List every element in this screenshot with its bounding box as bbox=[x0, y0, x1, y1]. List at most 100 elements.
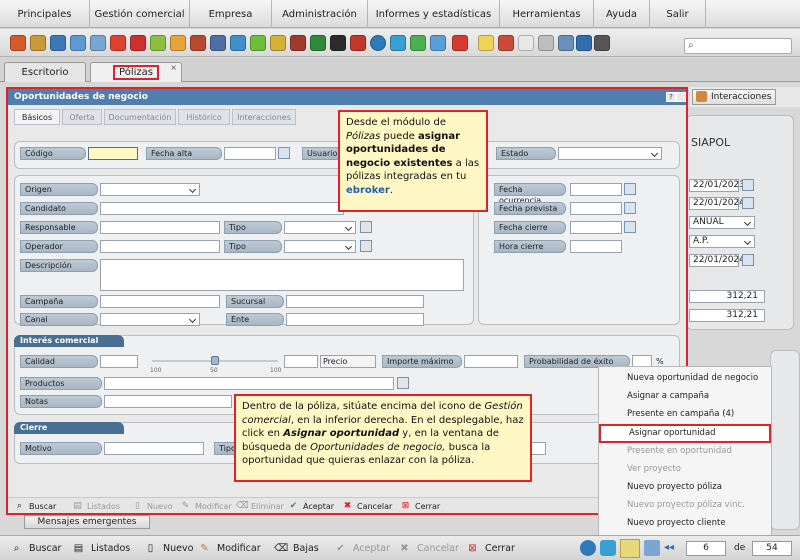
tab-escritorio[interactable]: Escritorio bbox=[4, 62, 86, 82]
menu-item-proyecto-cliente[interactable]: Nuevo proyecto cliente bbox=[599, 514, 771, 532]
poliza-period-select[interactable]: ANUAL bbox=[689, 216, 755, 229]
settings-icon[interactable] bbox=[594, 35, 610, 51]
responsable-input[interactable] bbox=[100, 221, 220, 234]
canal-select[interactable] bbox=[100, 313, 200, 326]
radar-icon[interactable] bbox=[310, 35, 326, 51]
e-icon[interactable] bbox=[370, 35, 386, 51]
google-icon[interactable] bbox=[452, 35, 468, 51]
sucursal-input[interactable] bbox=[286, 295, 424, 308]
wrench-icon[interactable] bbox=[290, 35, 306, 51]
buscar-main-button[interactable]: ⌕ Buscar bbox=[10, 541, 62, 556]
menu-gestion-comercial[interactable]: Gestión comercial bbox=[90, 0, 190, 28]
calendar-icon[interactable] bbox=[742, 197, 754, 209]
estado-select[interactable] bbox=[558, 147, 662, 160]
gestion-comercial-icon[interactable] bbox=[620, 539, 640, 558]
fecha-alta-input[interactable] bbox=[224, 147, 276, 160]
tab-polizas[interactable]: Pólizas × bbox=[90, 62, 182, 82]
campana-input[interactable] bbox=[100, 295, 220, 308]
origen-select[interactable] bbox=[100, 183, 200, 196]
bajas-main-button[interactable]: ⌫ Bajas bbox=[274, 541, 319, 556]
calendar-icon[interactable] bbox=[250, 35, 266, 51]
monitor-icon[interactable] bbox=[70, 35, 86, 51]
first-page-icon[interactable]: ◂◂ bbox=[664, 542, 674, 553]
shield-icon[interactable] bbox=[350, 35, 366, 51]
tipo-responsable-select[interactable] bbox=[284, 221, 356, 234]
e-icon[interactable] bbox=[580, 540, 596, 556]
menu-item-ver-proyecto[interactable]: Ver proyecto bbox=[599, 460, 771, 478]
search-input[interactable]: ⌕ bbox=[684, 38, 792, 54]
listados-button[interactable]: ▤ Listados bbox=[72, 500, 120, 513]
chart-icon[interactable] bbox=[644, 540, 660, 556]
globe-icon[interactable] bbox=[430, 35, 446, 51]
menu-item-nueva-oportunidad[interactable]: Nueva oportunidad de negocio bbox=[599, 369, 771, 387]
lookup-icon[interactable] bbox=[360, 240, 372, 252]
slider-thumb[interactable] bbox=[211, 356, 219, 365]
clients-icon[interactable] bbox=[10, 35, 26, 51]
tab-historico[interactable]: Histórico bbox=[178, 109, 230, 125]
modificar-button[interactable]: ✎ Modificar bbox=[180, 500, 232, 513]
calidad-input[interactable] bbox=[100, 355, 138, 368]
user-star-icon[interactable] bbox=[270, 35, 286, 51]
poliza-payment-select[interactable]: A.P. bbox=[689, 235, 755, 248]
page-input[interactable]: 6 bbox=[686, 541, 726, 556]
calendar-grid-icon[interactable] bbox=[558, 35, 574, 51]
mensajes-emergentes-button[interactable]: Mensajes emergentes bbox=[24, 515, 150, 529]
notas-input[interactable] bbox=[104, 395, 232, 408]
fecha-ocurrencia-input[interactable] bbox=[570, 183, 622, 196]
listados-main-button[interactable]: ▤ Listados bbox=[72, 541, 130, 556]
fecha-prevista-input[interactable] bbox=[570, 202, 622, 215]
menu-administracion[interactable]: Administración bbox=[272, 0, 368, 28]
calendar-icon[interactable] bbox=[624, 221, 636, 233]
eliminar-button[interactable]: ⌫ Eliminar bbox=[236, 500, 284, 513]
menu-item-presente-oportunidad[interactable]: Presente en oportunidad bbox=[599, 442, 771, 460]
lookup-icon[interactable] bbox=[360, 221, 372, 233]
eye-icon[interactable] bbox=[330, 35, 346, 51]
aceptar-main-button[interactable]: ✔ Aceptar bbox=[334, 541, 390, 556]
motivo-input[interactable] bbox=[104, 442, 204, 455]
fecha-cierre-input[interactable] bbox=[570, 221, 622, 234]
ente-input[interactable] bbox=[286, 313, 424, 326]
close-icon[interactable]: × bbox=[170, 63, 177, 72]
menu-item-presente-campana[interactable]: Presente en campaña (4) bbox=[599, 405, 771, 423]
chart-icon[interactable] bbox=[230, 35, 246, 51]
tab-interacciones[interactable]: Interacciones bbox=[232, 109, 296, 125]
edit-icon[interactable] bbox=[538, 35, 554, 51]
aceptar-button[interactable]: ✔ Aceptar bbox=[288, 500, 334, 513]
cancelar-main-button[interactable]: ✖ Cancelar bbox=[398, 541, 459, 556]
refresh-icon[interactable] bbox=[600, 540, 616, 556]
menu-empresa[interactable]: Empresa bbox=[190, 0, 272, 28]
nuevo-main-button[interactable]: ▯ Nuevo bbox=[144, 541, 194, 556]
cerrar-main-button[interactable]: ⊠ Cerrar bbox=[466, 541, 515, 556]
help-button[interactable]: ? bbox=[666, 92, 676, 102]
precio-input[interactable] bbox=[284, 355, 318, 368]
menu-informes[interactable]: Informes y estadísticas bbox=[368, 0, 500, 28]
lookup-icon[interactable] bbox=[397, 377, 409, 389]
cerrar-button[interactable]: ⊠ Cerrar bbox=[400, 500, 440, 513]
menu-item-asignar-oportunidad[interactable]: Asignar oportunidad bbox=[599, 424, 771, 443]
calendar-icon[interactable] bbox=[624, 202, 636, 214]
calendar-icon[interactable] bbox=[742, 254, 754, 266]
bulb-icon[interactable] bbox=[478, 35, 494, 51]
window-icon[interactable] bbox=[90, 35, 106, 51]
menu-ayuda[interactable]: Ayuda bbox=[594, 0, 650, 28]
document-icon[interactable] bbox=[498, 35, 514, 51]
menu-item-asignar-campana[interactable]: Asignar a campaña bbox=[599, 387, 771, 405]
tab-basicos[interactable]: Básicos bbox=[14, 109, 60, 125]
interacciones-button[interactable]: Interacciones bbox=[692, 89, 776, 105]
calendar-icon[interactable] bbox=[624, 183, 636, 195]
users-icon[interactable] bbox=[30, 35, 46, 51]
candidato-input[interactable] bbox=[100, 202, 344, 215]
menu-item-proyecto-poliza[interactable]: Nuevo proyecto póliza bbox=[599, 478, 771, 496]
menu-item-proyecto-poliza-vinc[interactable]: Nuevo proyecto póliza vinc. bbox=[599, 496, 771, 514]
notes-icon[interactable] bbox=[518, 35, 534, 51]
codigo-input[interactable] bbox=[88, 147, 138, 160]
importe-maximo-input[interactable] bbox=[464, 355, 518, 368]
menu-herramientas[interactable]: Herramientas bbox=[500, 0, 594, 28]
folder-icon[interactable] bbox=[170, 35, 186, 51]
tipo-operador-select[interactable] bbox=[284, 240, 356, 253]
hora-cierre-input[interactable] bbox=[570, 240, 622, 253]
menu-principales[interactable]: Principales bbox=[0, 0, 90, 28]
calendar-icon[interactable] bbox=[742, 179, 754, 191]
fire-icon[interactable] bbox=[110, 35, 126, 51]
pencil-icon[interactable] bbox=[150, 35, 166, 51]
